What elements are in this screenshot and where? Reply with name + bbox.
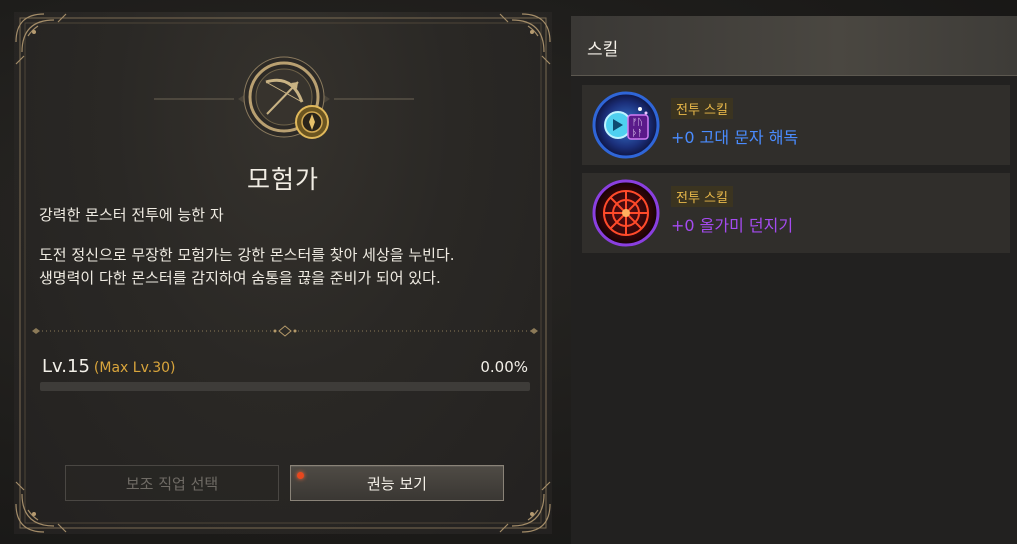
- skill-panel: 스킬 ᚠᚢ ᚦᚨ 전투 스킬 +0 고대 문자 해독 전투 스킬 +0 올가미 …: [571, 16, 1017, 544]
- adventurer-class-emblem-icon: [154, 56, 414, 139]
- level-label: Lv.15: [42, 356, 90, 377]
- class-name-title: 모험가: [246, 165, 319, 194]
- class-description-line: 생명력이 다한 몬스터를 감지하여 숨통을 끊을 준비가 되어 있다.: [39, 269, 441, 287]
- sub-class-select-button[interactable]: 보조 직업 선택: [65, 465, 279, 501]
- sub-class-select-label: 보조 직업 선택: [125, 474, 219, 493]
- skill-panel-title: 스킬: [587, 40, 619, 60]
- skill-tag: 전투 스킬: [671, 186, 733, 207]
- skill-tag: 전투 스킬: [671, 98, 733, 119]
- svg-text:ᚦᚨ: ᚦᚨ: [632, 128, 643, 139]
- ornate-divider: [32, 325, 538, 337]
- skill-panel-header: 스킬: [571, 16, 1017, 76]
- exp-progress-bar: [40, 382, 530, 391]
- level-row: Lv.15 (Max Lv.30) 0.00%: [42, 356, 528, 380]
- class-info-panel: 모험가 강력한 몬스터 전투에 능한 자 도전 정신으로 무장한 모험가는 강한…: [14, 12, 552, 534]
- class-description-line: 도전 정신으로 무장한 모험가는 강한 몬스터를 찾아 세상을 누빈다.: [39, 246, 455, 264]
- snare-net-icon: [592, 179, 660, 247]
- class-subtitle: 강력한 몬스터 전투에 능한 자: [39, 206, 224, 224]
- view-ability-button[interactable]: 권능 보기: [290, 465, 504, 501]
- class-description: 도전 정신으로 무장한 모험가는 강한 몬스터를 찾아 세상을 누빈다. 생명력…: [39, 244, 539, 290]
- exp-percent: 0.00%: [480, 358, 528, 376]
- max-level-label: (Max Lv.30): [93, 360, 176, 376]
- skill-item[interactable]: ᚠᚢ ᚦᚨ 전투 스킬 +0 고대 문자 해독: [582, 85, 1010, 165]
- skill-name: +0 올가미 던지기: [671, 216, 794, 235]
- ancient-script-icon: ᚠᚢ ᚦᚨ: [592, 91, 660, 159]
- skill-item[interactable]: 전투 스킬 +0 올가미 던지기: [582, 173, 1010, 253]
- svg-text:ᚠᚢ: ᚠᚢ: [632, 117, 643, 128]
- notification-dot-icon: [297, 472, 304, 479]
- view-ability-label: 권능 보기: [367, 474, 427, 493]
- skill-name: +0 고대 문자 해독: [671, 128, 799, 147]
- game-ui-root: 모험가 강력한 몬스터 전투에 능한 자 도전 정신으로 무장한 모험가는 강한…: [0, 0, 1017, 544]
